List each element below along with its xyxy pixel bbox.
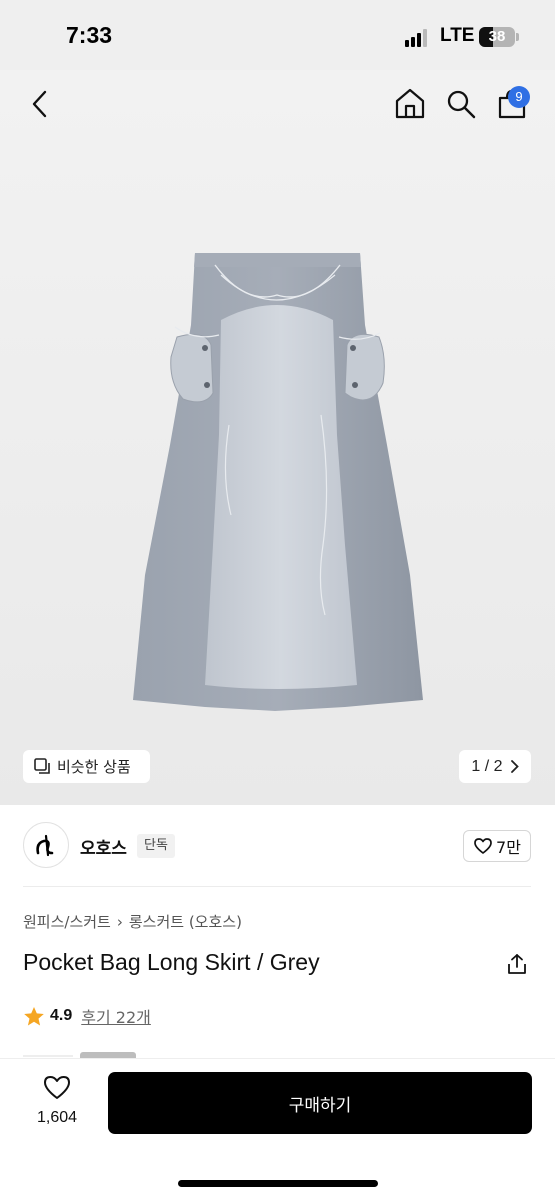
signal-icon bbox=[405, 29, 433, 47]
brand-like-button[interactable]: 7만 bbox=[463, 830, 531, 862]
chevron-right-icon bbox=[510, 760, 519, 773]
brand-name[interactable]: 오호스 bbox=[80, 834, 127, 859]
heart-icon bbox=[44, 1076, 70, 1099]
product-image bbox=[133, 253, 423, 711]
brand-logo-mark bbox=[36, 834, 54, 857]
image-page-indicator[interactable]: 1 / 2 bbox=[459, 750, 531, 783]
exclusive-badge: 단독 bbox=[137, 834, 175, 858]
search-icon[interactable] bbox=[446, 89, 476, 119]
rating-row: 4.9 후기 22개 bbox=[23, 1004, 151, 1028]
battery-tip bbox=[516, 33, 519, 41]
breadcrumb: 원피스/스커트 › 롱스커트 (오호스) bbox=[23, 911, 242, 932]
brand-logo[interactable] bbox=[23, 822, 69, 868]
chevron-right-icon: › bbox=[116, 912, 123, 931]
review-count-link[interactable]: 후기 22개 bbox=[81, 1004, 151, 1028]
copy-icon bbox=[34, 758, 50, 774]
rating-value: 4.9 bbox=[50, 1007, 73, 1024]
cart-badge: 9 bbox=[508, 86, 530, 108]
similar-products-button[interactable]: 비슷한 상품 bbox=[23, 750, 150, 783]
buy-button[interactable]: 구매하기 bbox=[108, 1072, 532, 1134]
similar-products-label: 비슷한 상품 bbox=[57, 758, 131, 776]
section-divider bbox=[23, 1055, 73, 1057]
brand-like-count: 7만 bbox=[496, 838, 521, 857]
breadcrumb-subcategory[interactable]: 롱스커트 (오호스) bbox=[129, 911, 242, 932]
star-icon bbox=[24, 1006, 44, 1025]
status-bar: 7:33 LTE 38 bbox=[0, 0, 555, 70]
status-time: 7:33 bbox=[66, 22, 113, 48]
home-icon[interactable] bbox=[394, 87, 426, 119]
network-type: LTE bbox=[440, 25, 475, 46]
share-icon[interactable] bbox=[506, 953, 528, 975]
product-title: Pocket Bag Long Skirt / Grey bbox=[23, 949, 320, 975]
home-indicator[interactable] bbox=[178, 1180, 378, 1187]
wishlist-count: 1,604 bbox=[36, 1109, 78, 1126]
breadcrumb-category[interactable]: 원피스/스커트 bbox=[23, 911, 111, 932]
heart-icon bbox=[474, 838, 492, 854]
page-indicator-text: 1 / 2 bbox=[471, 757, 503, 775]
section-divider bbox=[23, 886, 531, 887]
wishlist-button[interactable]: 1,604 bbox=[22, 1074, 92, 1127]
battery-level: 38 bbox=[488, 28, 506, 45]
chevron-left-icon[interactable] bbox=[28, 89, 52, 119]
battery-icon: 38 bbox=[479, 27, 515, 47]
